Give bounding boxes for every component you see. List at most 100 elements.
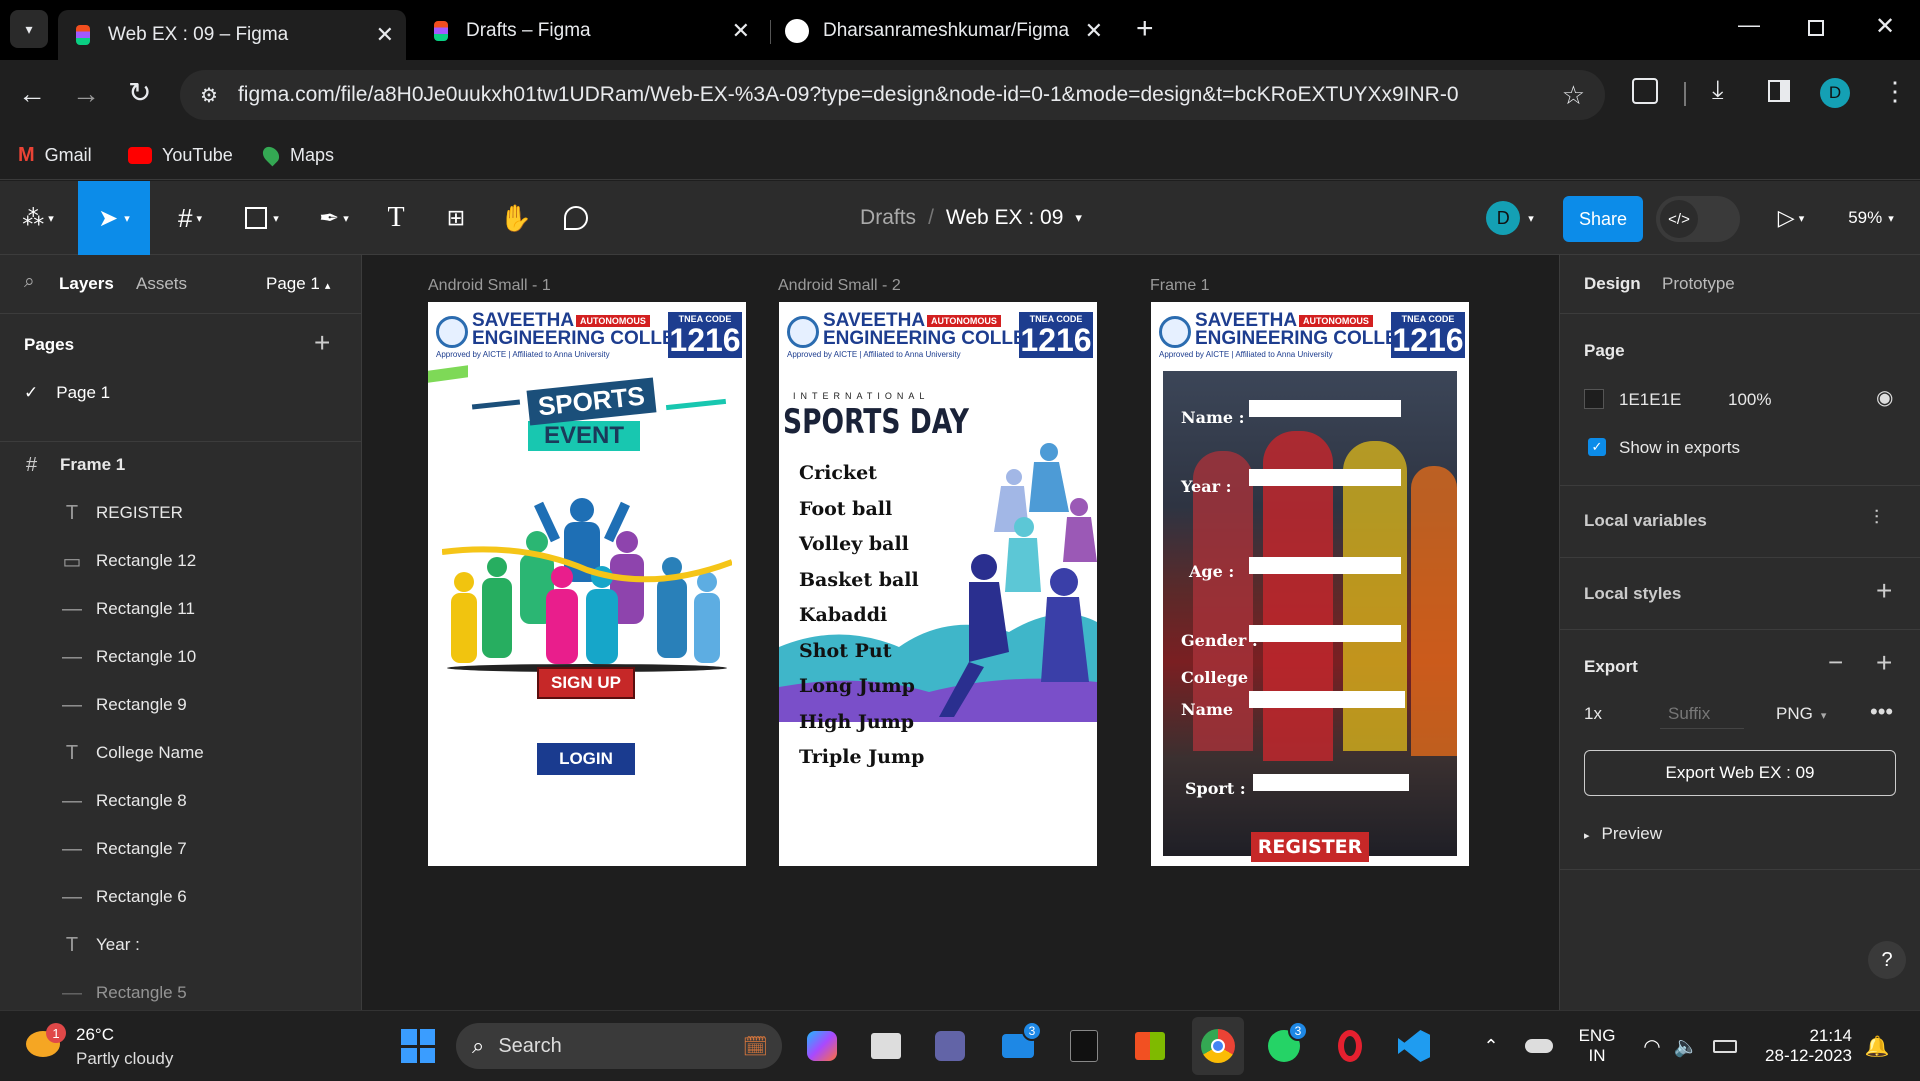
side-panel-icon[interactable] — [1768, 80, 1790, 102]
minimize-button[interactable]: — — [1738, 12, 1760, 38]
shape-tool[interactable]: ▾ — [234, 181, 290, 255]
wifi-icon[interactable]: ◠ — [1638, 1011, 1666, 1081]
search-icon[interactable]: ⌕ — [24, 271, 35, 293]
preview-toggle[interactable]: ▸ Preview — [1584, 824, 1662, 844]
export-button[interactable]: Export Web EX : 09 — [1584, 750, 1896, 796]
share-button[interactable]: Share — [1563, 196, 1643, 242]
layer-item[interactable]: — Rectangle 7 — [0, 825, 361, 873]
show-hidden-icons[interactable]: ⌃ — [1476, 1011, 1506, 1081]
help-button[interactable]: ? — [1868, 941, 1906, 979]
reload-button[interactable]: ↻ — [128, 76, 151, 109]
variables-icon[interactable]: ⫶ — [1874, 507, 1879, 530]
bookmark-youtube[interactable]: YouTube — [128, 140, 233, 170]
start-button[interactable] — [396, 1011, 440, 1081]
main-menu-button[interactable]: ⁂ ▾ — [10, 181, 66, 255]
new-tab-button[interactable]: + — [1136, 12, 1154, 46]
taskbar-search[interactable]: ⌕ Search 🗓 — [456, 1023, 782, 1069]
page-switcher[interactable]: Page 1 ▴ — [266, 274, 330, 294]
profile-avatar[interactable]: D — [1820, 78, 1850, 108]
chrome-menu-icon[interactable]: ⋮ — [1882, 76, 1908, 107]
close-icon[interactable]: ✕ — [732, 18, 750, 44]
form-input[interactable] — [1249, 469, 1401, 486]
export-suffix-input[interactable]: Suffix — [1660, 695, 1744, 729]
frame-label[interactable]: Android Small - 1 — [428, 277, 551, 295]
clock[interactable]: 21:14 28-12-2023 — [1756, 1011, 1852, 1081]
bg-color-swatch[interactable] — [1584, 389, 1604, 409]
forward-button[interactable]: → — [72, 78, 100, 110]
frame-android-small-1[interactable]: SAVEETHA AUTONOMOUS ENGINEERING COLLEGE … — [428, 302, 746, 866]
remove-export-icon[interactable]: − — [1828, 647, 1843, 678]
taskbar-store[interactable] — [1128, 1011, 1172, 1081]
breadcrumb-drafts[interactable]: Drafts — [860, 206, 916, 230]
add-page-icon[interactable]: + — [314, 327, 330, 359]
add-export-icon[interactable]: + — [1876, 647, 1892, 679]
taskbar-teams[interactable] — [928, 1011, 972, 1081]
form-input[interactable] — [1253, 774, 1409, 791]
address-bar[interactable]: ⚙ figma.com/file/a8H0Je0uukxh01tw1UDRam/… — [180, 70, 1605, 120]
login-button[interactable]: LOGIN — [537, 743, 635, 775]
dev-mode-toggle[interactable]: </> — [1656, 196, 1740, 242]
page-item[interactable]: ✓ Page 1 — [24, 383, 110, 403]
layer-item[interactable]: T Year : — [0, 921, 361, 969]
form-input[interactable] — [1249, 557, 1401, 574]
layer-item[interactable]: ▭ Rectangle 12 — [0, 537, 361, 585]
taskbar-copilot[interactable] — [800, 1011, 844, 1081]
taskbar-vscode[interactable] — [1392, 1011, 1436, 1081]
eye-icon[interactable]: ◉ — [1876, 385, 1893, 410]
register-button[interactable]: REGISTER — [1251, 832, 1369, 862]
battery-icon[interactable] — [1708, 1011, 1742, 1081]
tab-github[interactable]: Dharsanrameshkumar/Figma ✕ — [775, 10, 1115, 52]
add-style-icon[interactable]: + — [1876, 575, 1892, 607]
frame-registration[interactable]: SAVEETHA AUTONOMOUS ENGINEERING COLLEGE … — [1151, 302, 1469, 866]
comment-tool[interactable] — [556, 181, 596, 255]
text-tool[interactable]: T — [376, 181, 416, 255]
language-indicator[interactable]: ENG IN — [1572, 1011, 1622, 1081]
tab-layers[interactable]: Layers — [59, 274, 114, 294]
export-scale[interactable]: 1x — [1584, 704, 1602, 724]
pen-tool[interactable]: ✒ ▾ — [306, 181, 362, 255]
bg-color-hex[interactable]: 1E1E1E — [1619, 390, 1681, 410]
taskbar-whatsapp[interactable]: 3 — [1262, 1011, 1308, 1081]
tab-design[interactable]: Design — [1584, 274, 1641, 294]
extensions-icon[interactable] — [1632, 78, 1658, 104]
frame-label[interactable]: Frame 1 — [1150, 277, 1210, 295]
sign-up-button[interactable]: SIGN UP — [537, 667, 635, 699]
onedrive-icon[interactable] — [1522, 1011, 1556, 1081]
file-name[interactable]: Web EX : 09 — [946, 206, 1064, 230]
frame-android-small-2[interactable]: SAVEETHA AUTONOMOUS ENGINEERING COLLEGE … — [779, 302, 1097, 866]
resources-tool[interactable]: ⊞ — [436, 181, 476, 255]
taskbar-outlook[interactable]: 3 — [996, 1011, 1042, 1081]
back-button[interactable]: ← — [18, 78, 46, 110]
move-tool[interactable]: ➤ ▾ — [78, 181, 150, 255]
form-input[interactable] — [1249, 400, 1401, 417]
taskbar-chrome[interactable] — [1192, 1017, 1244, 1075]
frame-tool[interactable]: # ▾ — [162, 181, 218, 255]
form-input[interactable] — [1249, 625, 1401, 642]
layer-item[interactable]: — Rectangle 10 — [0, 633, 361, 681]
local-variables-title[interactable]: Local variables — [1584, 511, 1707, 531]
export-more-icon[interactable]: ••• — [1870, 699, 1893, 725]
weather-widget[interactable]: 1 26°C Partly cloudy — [26, 1019, 196, 1073]
bookmark-gmail[interactable]: M Gmail — [18, 140, 92, 170]
multiplayer-avatar[interactable]: D ▾ — [1476, 181, 1544, 255]
form-input[interactable] — [1249, 691, 1405, 708]
star-icon[interactable]: ☆ — [1562, 80, 1585, 111]
layer-item[interactable]: — Rectangle 8 — [0, 777, 361, 825]
tab-web-ex[interactable]: Web EX : 09 – Figma ✕ — [58, 10, 406, 60]
close-icon[interactable]: ✕ — [1085, 18, 1103, 44]
download-icon[interactable]: ⤓ — [1712, 74, 1724, 106]
restore-button[interactable] — [1808, 20, 1824, 36]
bookmark-maps[interactable]: Maps — [259, 140, 334, 170]
notifications-bell-icon[interactable]: 🔔 — [1862, 1011, 1892, 1081]
hand-tool[interactable]: ✋ — [496, 181, 536, 255]
chevron-down-icon[interactable]: ▾ — [1075, 210, 1082, 226]
frame-label[interactable]: Android Small - 2 — [778, 277, 901, 295]
layer-item[interactable]: T College Name — [0, 729, 361, 777]
show-in-exports-checkbox[interactable]: ✓ — [1588, 438, 1606, 456]
taskbar-task-view[interactable] — [864, 1011, 908, 1081]
layer-item[interactable]: — Rectangle 11 — [0, 585, 361, 633]
tab-drafts[interactable]: Drafts – Figma ✕ — [420, 10, 762, 52]
export-format[interactable]: PNG ▾ — [1776, 704, 1826, 724]
tab-prototype[interactable]: Prototype — [1662, 274, 1735, 294]
layer-item[interactable]: — Rectangle 6 — [0, 873, 361, 921]
